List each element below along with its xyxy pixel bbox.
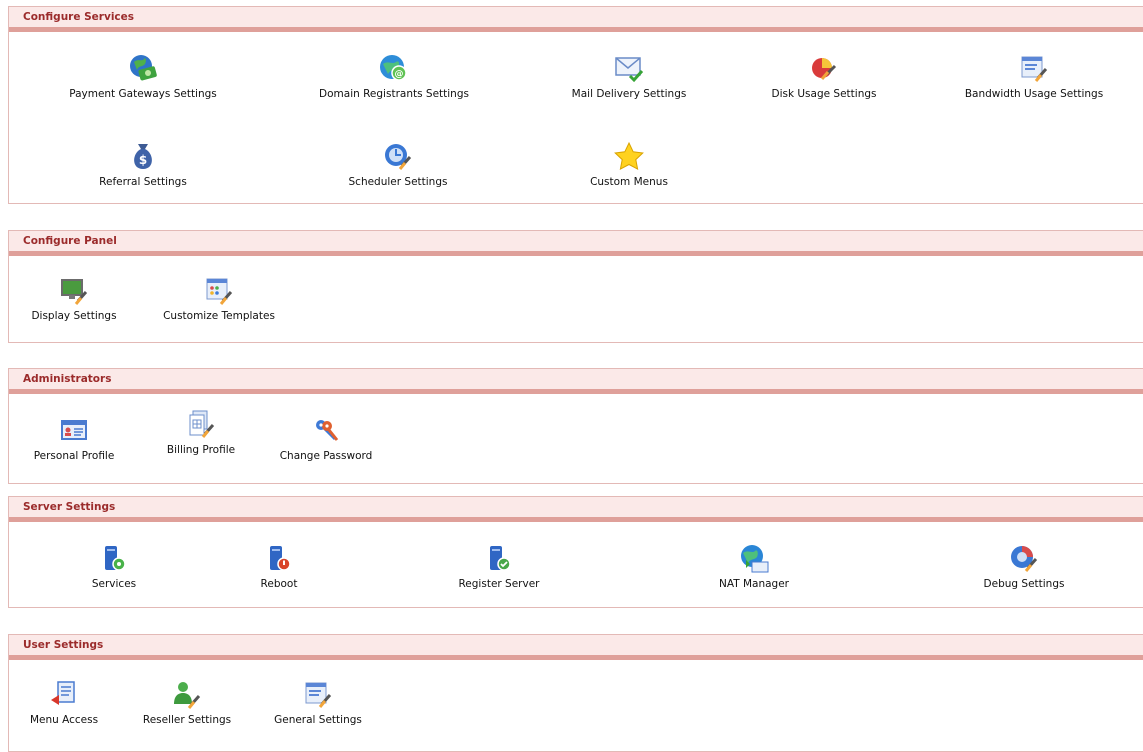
nat-manager-icon: [741, 545, 769, 573]
display-settings-icon: [61, 279, 88, 305]
section-configure-services: Configure Services Payment Gateways Sett…: [8, 6, 1143, 204]
disk-usage-settings-link[interactable]: Disk Usage Settings: [749, 52, 899, 100]
item-label: Reboot: [260, 578, 298, 590]
customize-templates-link[interactable]: Customize Templates: [149, 274, 289, 322]
referral-settings-link[interactable]: $ Referral Settings: [73, 140, 213, 188]
nat-manager-link[interactable]: NAT Manager: [699, 542, 809, 590]
item-label: Billing Profile: [166, 444, 236, 456]
section-title: User Settings: [9, 634, 1143, 660]
billing-profile-icon: [189, 410, 215, 438]
item-label: Domain Registrants Settings: [319, 88, 469, 100]
item-label: Change Password: [279, 450, 373, 462]
svg-text:$: $: [139, 153, 147, 167]
custom-menus-link[interactable]: Custom Menus: [559, 140, 699, 188]
section-title: Configure Panel: [9, 230, 1143, 256]
display-settings-link[interactable]: Display Settings: [15, 274, 133, 322]
payment-gateways-settings-link[interactable]: Payment Gateways Settings: [53, 52, 233, 100]
item-label: Custom Menus: [590, 176, 668, 188]
billing-profile-link[interactable]: Billing Profile: [149, 408, 253, 456]
menu-access-icon: [51, 681, 75, 705]
item-label: NAT Manager: [719, 578, 789, 590]
referral-moneybag-icon: $: [134, 144, 152, 169]
item-label: Menu Access: [29, 714, 99, 726]
change-password-link[interactable]: Change Password: [261, 414, 391, 462]
item-label: Mail Delivery Settings: [571, 88, 687, 100]
item-label: Debug Settings: [983, 578, 1065, 590]
domain-registrants-settings-link[interactable]: @ Domain Registrants Settings: [299, 52, 489, 100]
scheduler-settings-link[interactable]: Scheduler Settings: [323, 140, 473, 188]
section-title: Configure Services: [9, 6, 1143, 32]
section-title: Administrators: [9, 368, 1143, 394]
debug-settings-icon: [1011, 546, 1038, 572]
server-services-icon: [105, 546, 126, 571]
reseller-settings-link[interactable]: Reseller Settings: [127, 678, 247, 726]
mail-delivery-settings-link[interactable]: Mail Delivery Settings: [549, 52, 709, 100]
item-label: Payment Gateways Settings: [69, 88, 217, 100]
section-configure-panel: Configure Panel Display Settings Customi…: [8, 230, 1143, 343]
scheduler-icon: [385, 144, 412, 170]
item-label: Bandwidth Usage Settings: [964, 88, 1104, 100]
item-label: Services: [91, 578, 137, 590]
bandwidth-usage-settings-link[interactable]: Bandwidth Usage Settings: [949, 52, 1119, 100]
item-label: Personal Profile: [33, 450, 115, 462]
server-reboot-icon: [270, 546, 291, 571]
payment-gateway-icon: [130, 55, 157, 81]
services-link[interactable]: Services: [59, 542, 169, 590]
section-server-settings: Server Settings Services Reboot Register…: [8, 496, 1143, 608]
item-label: Display Settings: [31, 310, 117, 322]
register-server-link[interactable]: Register Server: [429, 542, 569, 590]
keys-icon: [316, 420, 339, 441]
item-label: Register Server: [458, 578, 540, 590]
server-register-icon: [490, 546, 511, 571]
general-settings-link[interactable]: General Settings: [263, 678, 373, 726]
section-administrators: Administrators Personal Profile Billing …: [8, 368, 1143, 484]
disk-usage-icon: [812, 58, 837, 80]
debug-settings-link[interactable]: Debug Settings: [959, 542, 1089, 590]
personal-profile-link[interactable]: Personal Profile: [17, 414, 131, 462]
item-label: Referral Settings: [99, 176, 187, 188]
personal-profile-icon: [61, 420, 87, 440]
domain-registrant-icon: @: [380, 55, 407, 81]
bandwidth-usage-icon: [1021, 56, 1048, 82]
reseller-settings-icon: [174, 682, 201, 709]
menu-access-link[interactable]: Menu Access: [19, 678, 109, 726]
item-label: General Settings: [274, 714, 362, 726]
star-icon: [614, 141, 644, 171]
item-label: Reseller Settings: [142, 714, 232, 726]
section-title: Server Settings: [9, 496, 1143, 522]
general-settings-icon: [305, 682, 332, 708]
section-user-settings: User Settings Menu Access Reseller Setti…: [8, 634, 1143, 752]
mail-delivery-icon: [615, 57, 644, 83]
customize-templates-icon: [206, 278, 233, 305]
svg-text:@: @: [395, 70, 404, 80]
item-label: Disk Usage Settings: [771, 88, 877, 100]
item-label: Customize Templates: [163, 310, 275, 322]
reboot-link[interactable]: Reboot: [229, 542, 329, 590]
item-label: Scheduler Settings: [348, 176, 448, 188]
